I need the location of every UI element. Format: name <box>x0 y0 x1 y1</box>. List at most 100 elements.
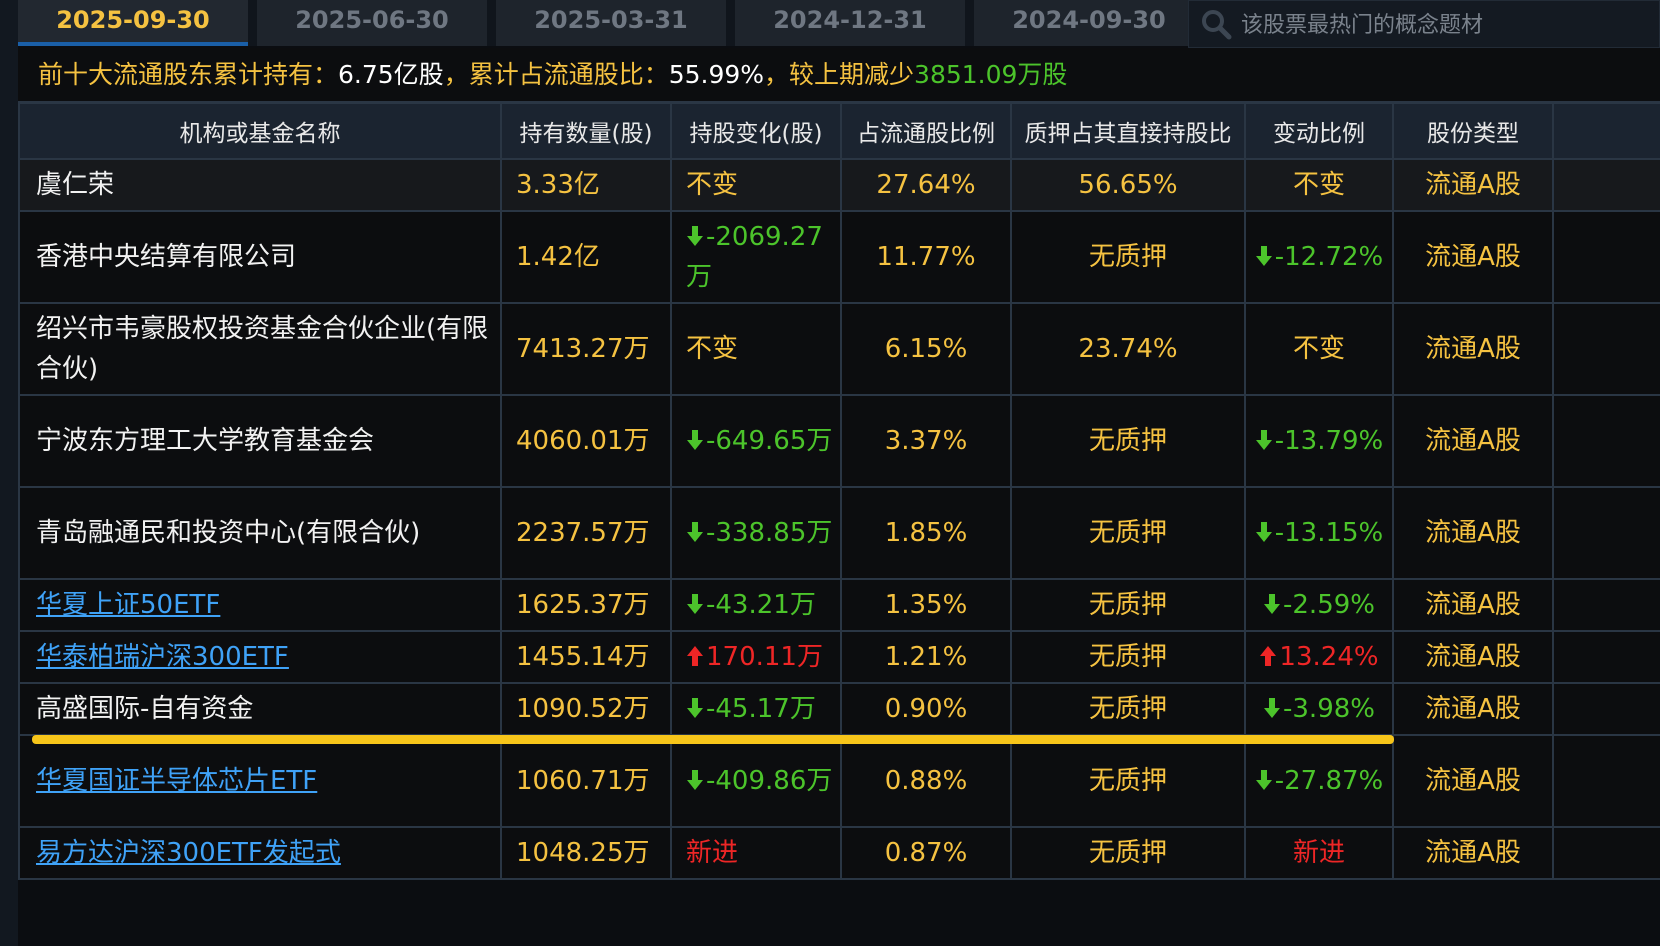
table-row[interactable]: 易方达沪深300ETF发起式 1048.25万 新进 0.87% 无质押 新进 流通A股 <box>18 826 1660 880</box>
col-header-change[interactable]: 持股变化(股) <box>670 102 842 160</box>
quantity-value: 1060.71万 <box>516 766 650 796</box>
quantity-cell: 3.33亿 <box>500 158 672 212</box>
share-type-cell: 流通A股 <box>1392 302 1554 396</box>
tab-2024-09-30[interactable]: 2024-09-30 <box>974 0 1204 46</box>
pledge-cell: 无质押 <box>1010 630 1246 684</box>
extra-cell <box>1552 578 1660 632</box>
float-ratio-cell: 1.35% <box>840 578 1012 632</box>
pledge-cell: 无质押 <box>1010 578 1246 632</box>
pledge-cell: 无质押 <box>1010 210 1246 304</box>
holder-name-cell: 华泰柏瑞沪深300ETF <box>18 630 502 684</box>
table-row[interactable]: 虞仁荣 3.33亿 不变 27.64% 56.65% 不变 流通A股 <box>18 158 1660 212</box>
arrow-up-icon <box>1260 646 1277 666</box>
quantity-value: 1048.25万 <box>516 838 650 868</box>
table-row[interactable]: 绍兴市韦豪股权投资基金合伙企业(有限合伙) 7413.27万 不变 6.15% 23.7… <box>18 302 1660 396</box>
quantity-cell: 2237.57万 <box>500 486 672 580</box>
table-row[interactable]: 宁波东方理工大学教育基金会 4060.01万 -649.65万 3.37% 无质押 -13… <box>18 394 1660 488</box>
arrow-down-icon <box>1255 430 1272 450</box>
arrow-down-icon <box>1255 770 1272 790</box>
table-row[interactable]: 香港中央结算有限公司 1.42亿 -2069.27万 11.77% 无质押 -12.72%… <box>18 210 1660 304</box>
quantity-value: 2237.57万 <box>516 518 650 548</box>
col-header-name[interactable]: 机构或基金名称 <box>18 102 502 160</box>
pledge-value: 无质押 <box>1088 426 1167 456</box>
float-ratio-cell: 1.21% <box>840 630 1012 684</box>
table-header-row: 机构或基金名称 持有数量(股) 持股变化(股) 占流通股比例 质押占其直接持股比… <box>18 102 1660 160</box>
change-pct-cell: -12.72% <box>1244 210 1394 304</box>
extra-cell <box>1552 630 1660 684</box>
float-ratio-value: 3.37% <box>884 426 968 456</box>
summary-total-value: 6.75亿股 <box>338 60 444 89</box>
table-row[interactable]: 华夏上证50ETF 1625.37万 -43.21万 1.35% 无质押 -2.59% 流通… <box>18 578 1660 632</box>
holder-name: 香港中央结算有限公司 <box>36 242 297 272</box>
quantity-cell: 1455.14万 <box>500 630 672 684</box>
float-ratio-cell: 0.87% <box>840 826 1012 880</box>
holder-name-cell: 华夏国证半导体芯片ETF <box>18 734 502 828</box>
holder-name-link[interactable]: 华夏上证50ETF <box>36 590 220 620</box>
pledge-value: 无质押 <box>1088 766 1167 796</box>
float-ratio-value: 0.87% <box>884 838 968 868</box>
tab-2025-06-30[interactable]: 2025-06-30 <box>257 0 487 46</box>
col-header-pledge-ratio[interactable]: 质押占其直接持股比 <box>1010 102 1246 160</box>
pledge-value: 23.74% <box>1078 334 1178 364</box>
change-pct-value: 13.24% <box>1279 642 1379 672</box>
table-row[interactable]: 青岛融通民和投资中心(有限合伙) 2237.57万 -338.85万 1.85% 无质押… <box>18 486 1660 580</box>
quantity-value: 1.42亿 <box>516 242 600 272</box>
quantity-cell: 4060.01万 <box>500 394 672 488</box>
table-row[interactable]: 华泰柏瑞沪深300ETF 1455.14万 170.11万 1.21% 无质押 13.24… <box>18 630 1660 684</box>
pledge-value: 56.65% <box>1078 170 1178 200</box>
change-pct-cell: -13.15% <box>1244 486 1394 580</box>
float-ratio-value: 0.88% <box>884 766 968 796</box>
table-row[interactable]: 高盛国际-自有资金 1090.52万 -45.17万 0.90% 无质押 -3.98% 流通… <box>18 682 1660 736</box>
pledge-cell: 无质押 <box>1010 734 1246 828</box>
float-ratio-cell: 0.90% <box>840 682 1012 736</box>
change-cell: -649.65万 <box>670 394 842 488</box>
change-pct-value: -13.15% <box>1274 518 1384 548</box>
tab-2025-09-30[interactable]: 2025-09-30 <box>18 0 248 46</box>
col-header-share-type[interactable]: 股份类型 <box>1392 102 1554 160</box>
float-ratio-cell: 27.64% <box>840 158 1012 212</box>
extra-cell <box>1552 394 1660 488</box>
arrow-down-icon <box>687 522 703 542</box>
top10-holders-table: 机构或基金名称 持有数量(股) 持股变化(股) 占流通股比例 质押占其直接持股比… <box>18 102 1660 880</box>
float-ratio-value: 6.15% <box>884 334 968 364</box>
change-pct-cell: -2.59% <box>1244 578 1394 632</box>
holder-name-link[interactable]: 易方达沪深300ETF发起式 <box>36 838 341 868</box>
float-ratio-value: 1.21% <box>884 642 968 672</box>
summary-label-change: ，较上期减少 <box>764 60 915 89</box>
change-cell: -409.86万 <box>670 734 842 828</box>
change-pct-value: 不变 <box>1292 334 1345 364</box>
pledge-value: 无质押 <box>1088 642 1167 672</box>
arrow-down-icon <box>687 770 703 790</box>
col-header-quantity[interactable]: 持有数量(股) <box>500 102 672 160</box>
col-header-change-pct[interactable]: 变动比例 <box>1244 102 1394 160</box>
share-type-cell: 流通A股 <box>1392 578 1554 632</box>
col-header-float-ratio[interactable]: 占流通股比例 <box>840 102 1012 160</box>
tab-2024-12-31[interactable]: 2024-12-31 <box>735 0 965 46</box>
float-ratio-cell: 0.88% <box>840 734 1012 828</box>
holder-name-link[interactable]: 华夏国证半导体芯片ETF <box>36 766 317 796</box>
float-ratio-cell: 6.15% <box>840 302 1012 396</box>
search-input[interactable] <box>1239 7 1643 43</box>
pledge-value: 无质押 <box>1088 242 1167 272</box>
share-type-value: 流通A股 <box>1425 170 1521 200</box>
float-ratio-cell: 11.77% <box>840 210 1012 304</box>
float-ratio-cell: 3.37% <box>840 394 1012 488</box>
change-pct-cell: 不变 <box>1244 302 1394 396</box>
table-row[interactable]: 华夏国证半导体芯片ETF 1060.71万 -409.86万 0.88% 无质押 -27.… <box>18 734 1660 828</box>
holder-name: 宁波东方理工大学教育基金会 <box>36 426 375 456</box>
search-icon[interactable] <box>1199 7 1233 41</box>
tab-2025-03-31[interactable]: 2025-03-31 <box>496 0 726 46</box>
share-type-value: 流通A股 <box>1425 426 1521 456</box>
summary-label-ratio: ，累计占流通股比： <box>443 60 669 89</box>
arrow-up-icon <box>687 646 703 666</box>
change-pct-cell: 不变 <box>1244 158 1394 212</box>
arrow-down-icon <box>1264 594 1280 614</box>
concept-search-box <box>1188 0 1660 48</box>
share-type-value: 流通A股 <box>1425 590 1521 620</box>
pledge-cell: 无质押 <box>1010 486 1246 580</box>
left-edge-bar <box>0 0 18 946</box>
quantity-cell: 1.42亿 <box>500 210 672 304</box>
extra-cell <box>1552 734 1660 828</box>
holder-name-cell: 宁波东方理工大学教育基金会 <box>18 394 502 488</box>
holder-name-link[interactable]: 华泰柏瑞沪深300ETF <box>36 642 289 672</box>
